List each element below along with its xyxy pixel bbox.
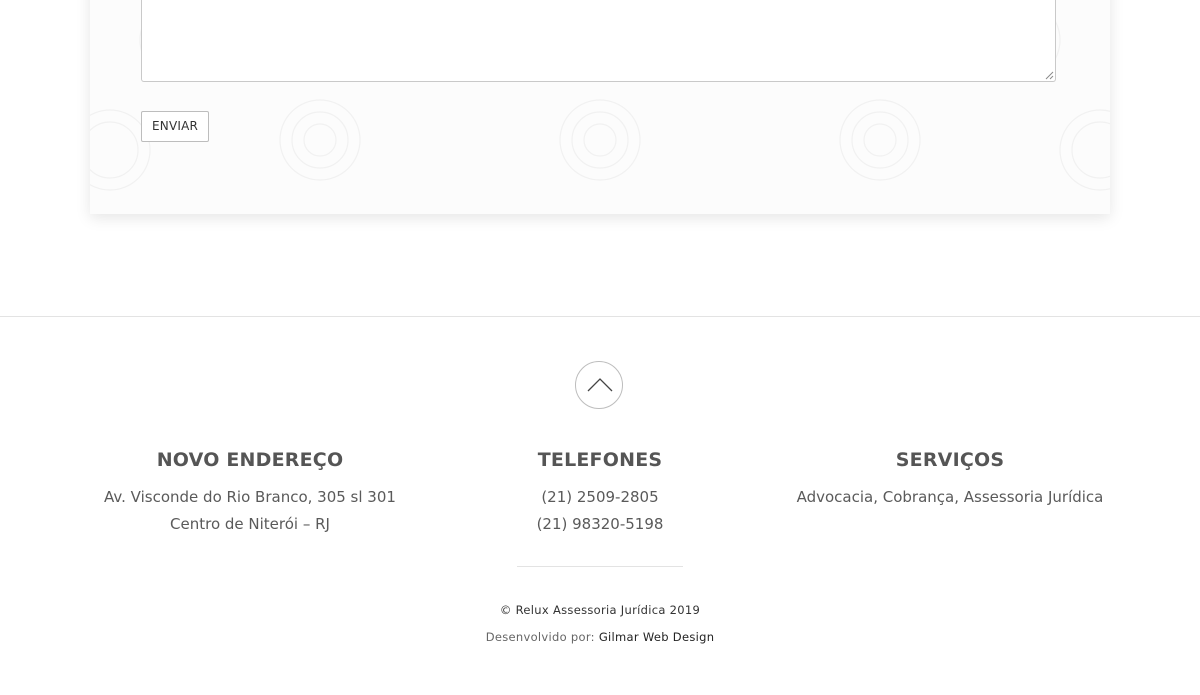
credits-prefix: Desenvolvido por: — [485, 630, 595, 644]
send-button[interactable]: ENVIAR — [141, 111, 210, 142]
services-lines: Advocacia, Cobrança, Assessoria Jurídica — [780, 484, 1120, 511]
copyright-text: © Relux Assessoria Jurídica 2019 — [499, 603, 701, 617]
chevron-up-icon — [587, 378, 613, 392]
services-heading: SERVIÇOS — [895, 449, 1005, 471]
footer-services-column: SERVIÇOS Advocacia, Cobrança, Assessoria… — [780, 446, 1120, 511]
phone-lines: (21) 2509-2805 (21) 98320-5198 — [430, 484, 770, 538]
footer-small-divider — [517, 566, 683, 567]
back-to-top-button[interactable] — [575, 361, 623, 409]
phone-number: (21) 2509-2805 — [541, 488, 659, 506]
contact-form-card: ENVIAR — [90, 0, 1110, 214]
phones-heading: TELEFONES — [537, 449, 663, 471]
address-lines: Av. Visconde do Rio Branco, 305 sl 301 C… — [80, 484, 420, 538]
phone-number: (21) 98320-5198 — [536, 515, 664, 533]
footer-divider — [0, 316, 1200, 317]
address-heading: NOVO ENDEREÇO — [156, 449, 344, 471]
footer-address-column: NOVO ENDEREÇO Av. Visconde do Rio Branco… — [80, 446, 420, 538]
address-line: Centro de Niterói – RJ — [170, 515, 330, 533]
credits: Desenvolvido por: Gilmar Web Design — [0, 630, 1200, 644]
address-line: Av. Visconde do Rio Branco, 305 sl 301 — [104, 488, 396, 506]
footer-phones-column: TELEFONES (21) 2509-2805 (21) 98320-5198 — [430, 446, 770, 538]
page: ENVIAR NOVO ENDEREÇO Av. Visconde do Rio… — [0, 0, 1200, 695]
services-text: Advocacia, Cobrança, Assessoria Jurídica — [796, 488, 1104, 506]
credits-link[interactable]: Gilmar Web Design — [599, 630, 714, 644]
resize-handle-icon[interactable] — [1045, 71, 1054, 80]
message-textarea[interactable] — [141, 0, 1056, 82]
